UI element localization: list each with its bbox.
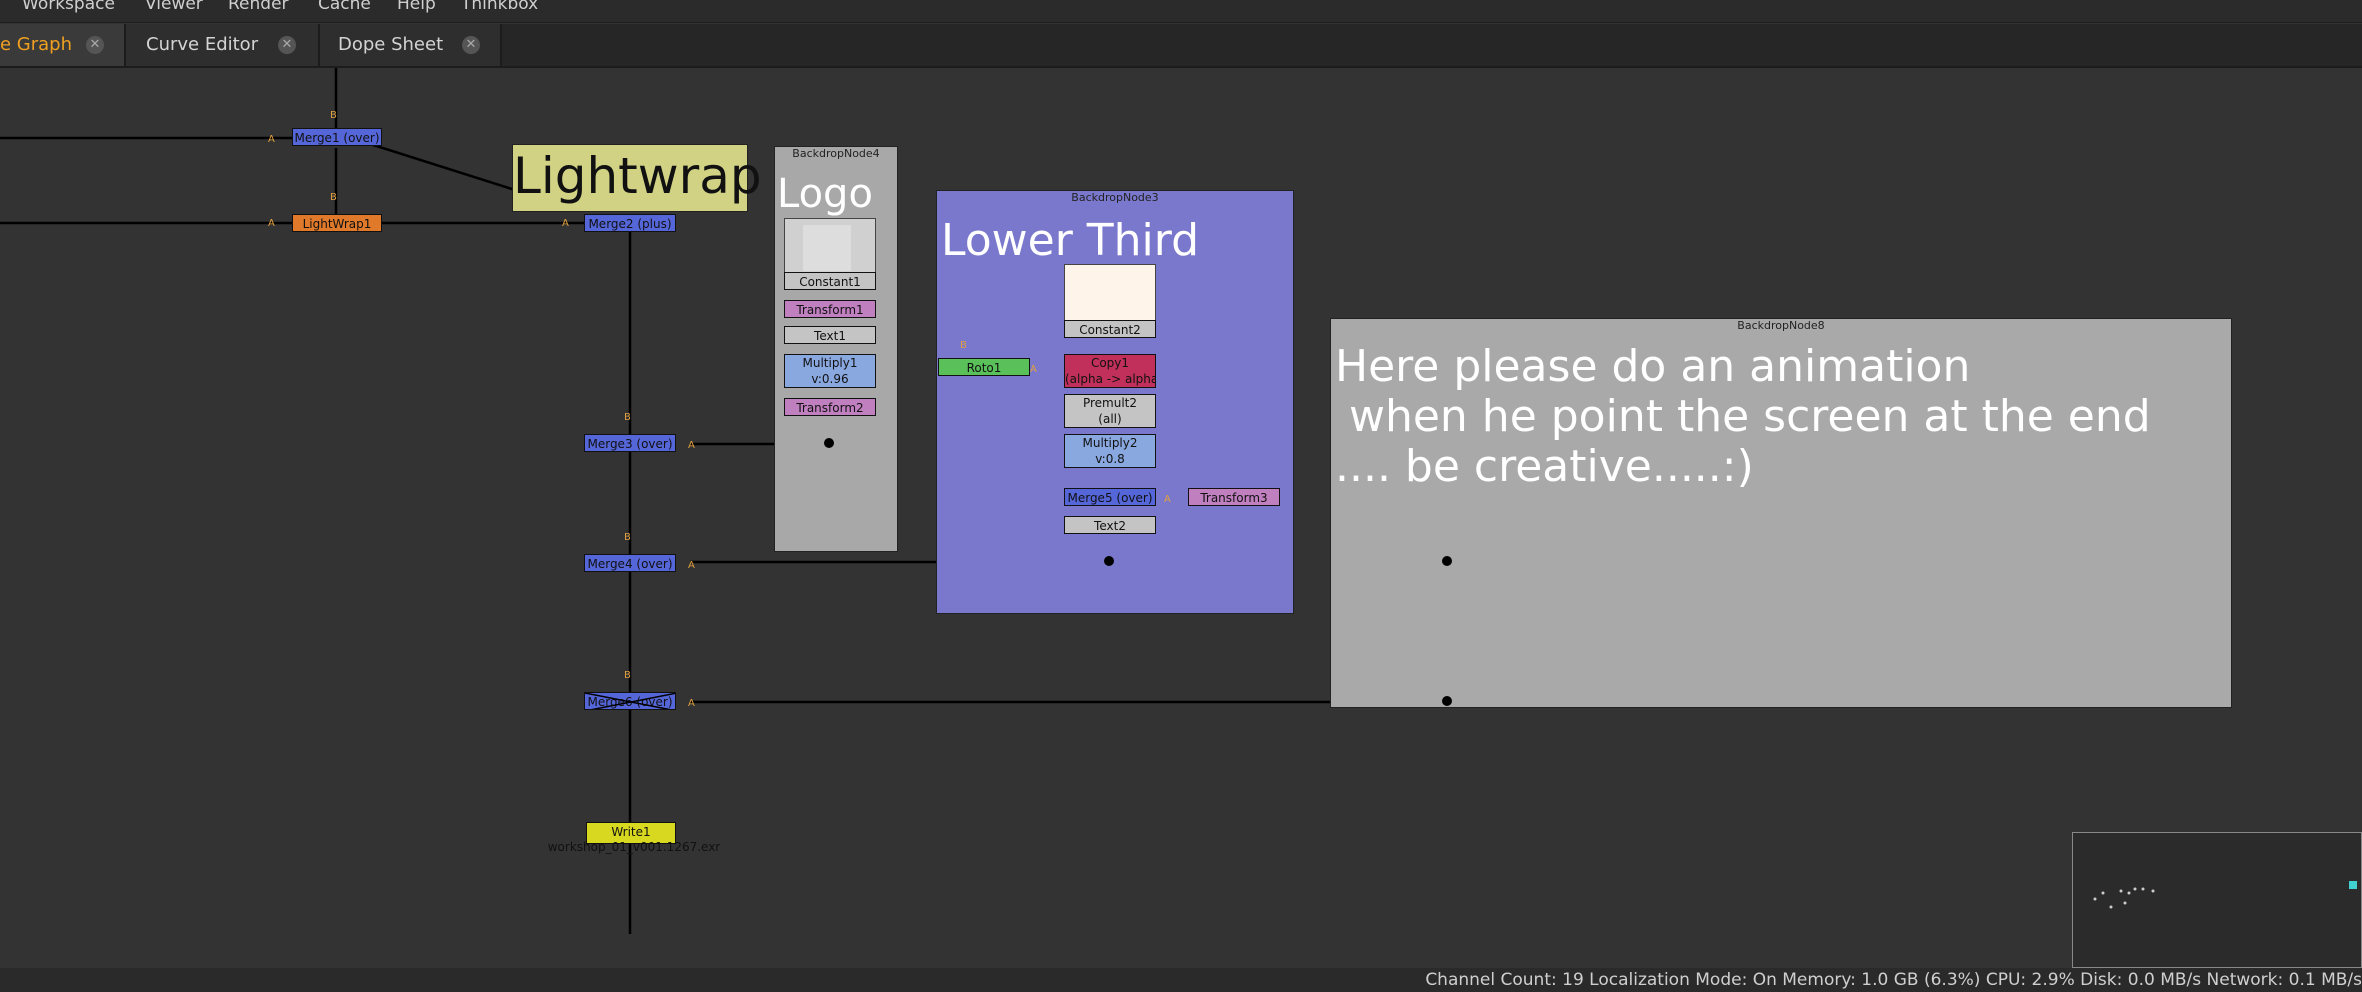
note-line: .... be creative.....:) (1335, 441, 1754, 492)
node-dot[interactable] (1442, 556, 1452, 566)
tab-label: e Graph (0, 34, 73, 55)
input-pin-label: A (688, 560, 695, 571)
node-label: Premult2 (1082, 396, 1138, 410)
tab-dope-sheet[interactable]: Dope Sheet ✕ (320, 24, 502, 66)
node-merge3[interactable]: Merge3 (over) (584, 434, 676, 452)
node-merge6-disabled[interactable]: Merge6 (over) (584, 692, 676, 710)
node-constant1[interactable]: Constant1 (784, 272, 876, 290)
close-icon[interactable]: ✕ (278, 36, 296, 54)
node-lightwrap1[interactable]: LightWrap1 (292, 214, 382, 232)
backdrop-title: BackdropNode8 (1737, 319, 1825, 332)
tab-label: Curve Editor (146, 34, 259, 55)
node-transform2[interactable]: Transform2 (784, 398, 876, 416)
thumbnail-swatch (803, 225, 851, 271)
node-merge5[interactable]: Merge5 (over) (1064, 488, 1156, 506)
note-line: Here please do an animation (1335, 341, 1971, 392)
node-sublabel: (alpha -> alpha) (1065, 372, 1156, 386)
backdrop-label: Logo (777, 171, 873, 217)
tab-node-graph[interactable]: e Graph ✕ (0, 24, 126, 66)
backdrop-title: BackdropNode4 (792, 147, 880, 160)
node-text2[interactable]: Text2 (1064, 516, 1156, 534)
input-pin-label: A (562, 218, 569, 229)
node-merge1[interactable]: Merge1 (over) (292, 128, 382, 146)
backdrop-logo[interactable]: BackdropNode4 Logo (774, 146, 898, 552)
node-graph-canvas[interactable]: Lightwrap BackdropNode4 Logo BackdropNod… (0, 68, 2362, 968)
constant1-thumbnail (784, 218, 876, 278)
menu-help[interactable]: Help (397, 0, 436, 14)
input-pin-label: A (268, 134, 275, 145)
status-bar: Channel Count: 19 Localization Mode: On … (0, 968, 2362, 992)
node-label: Multiply2 (1082, 436, 1138, 450)
node-merge2[interactable]: Merge2 (plus) (584, 214, 676, 232)
tab-curve-editor[interactable]: Curve Editor ✕ (126, 24, 320, 66)
sticky-note-lightwrap[interactable]: Lightwrap (512, 144, 762, 212)
backdrop-note[interactable]: BackdropNode8 Here please do an animatio… (1330, 318, 2232, 708)
input-pin-label: B (624, 412, 631, 423)
input-pin-label: A (1164, 494, 1171, 505)
input-pin-label: A (688, 698, 695, 709)
panel-tab-bar: e Graph ✕ Curve Editor ✕ Dope Sheet ✕ (0, 24, 2362, 68)
node-sublabel: (all) (1098, 412, 1122, 426)
node-transform3[interactable]: Transform3 (1188, 488, 1280, 506)
tab-label: Dope Sheet (338, 34, 444, 55)
menu-render[interactable]: Render (228, 0, 289, 14)
node-label: Multiply1 (802, 356, 858, 370)
node-multiply2[interactable]: Multiply2 v:0.8 (1064, 434, 1156, 468)
menu-thinkbox[interactable]: Thinkbox (461, 0, 538, 14)
sticky-note-label: Lightwrap (513, 147, 762, 205)
menu-viewer[interactable]: Viewer (145, 0, 203, 14)
menu-cache[interactable]: Cache (318, 0, 371, 14)
menu-workspace[interactable]: Workspace (22, 0, 115, 14)
node-constant2[interactable]: Constant2 (1064, 320, 1156, 338)
backdrop-title: BackdropNode3 (1071, 191, 1159, 204)
close-icon[interactable]: ✕ (86, 36, 104, 54)
input-pin-label: A (688, 440, 695, 451)
node-multiply1[interactable]: Multiply1 v:0.96 (784, 354, 876, 388)
node-merge4[interactable]: Merge4 (over) (584, 554, 676, 572)
minimap-preview (2093, 881, 2357, 909)
node-label: Copy1 (1090, 356, 1130, 370)
input-pin-label: B (330, 192, 337, 203)
input-pin-label: A (1030, 364, 1037, 375)
write1-filename: workshop_01_v001.1267.exr (547, 840, 721, 854)
node-copy1[interactable]: Copy1 (alpha -> alpha) (1064, 354, 1156, 388)
node-premult2[interactable]: Premult2 (all) (1064, 394, 1156, 428)
node-transform1[interactable]: Transform1 (784, 300, 876, 318)
note-line: when he point the screen at the end (1335, 391, 2151, 442)
constant2-thumbnail (1064, 264, 1156, 328)
node-sublabel: v:0.96 (811, 372, 849, 386)
disabled-cross-icon (585, 693, 675, 709)
close-icon[interactable]: ✕ (462, 36, 480, 54)
node-dot[interactable] (1104, 556, 1114, 566)
input-pin-label: B (330, 110, 337, 121)
node-sublabel: v:0.8 (1095, 452, 1125, 466)
menu-bar: Workspace Viewer Render Cache Help Think… (0, 0, 2362, 23)
node-dot[interactable] (824, 438, 834, 448)
node-roto1[interactable]: Roto1 (938, 358, 1030, 376)
input-pin-label: B (624, 532, 631, 543)
status-text: Channel Count: 19 Localization Mode: On … (1425, 970, 2362, 990)
input-pin-label: A (268, 218, 275, 229)
node-dot[interactable] (1442, 696, 1452, 706)
node-text1[interactable]: Text1 (784, 326, 876, 344)
input-pin-label: B (960, 340, 967, 351)
backdrop-label: Lower Third (941, 215, 1200, 266)
input-pin-label: B (624, 670, 631, 681)
node-graph-minimap[interactable] (2072, 832, 2362, 968)
